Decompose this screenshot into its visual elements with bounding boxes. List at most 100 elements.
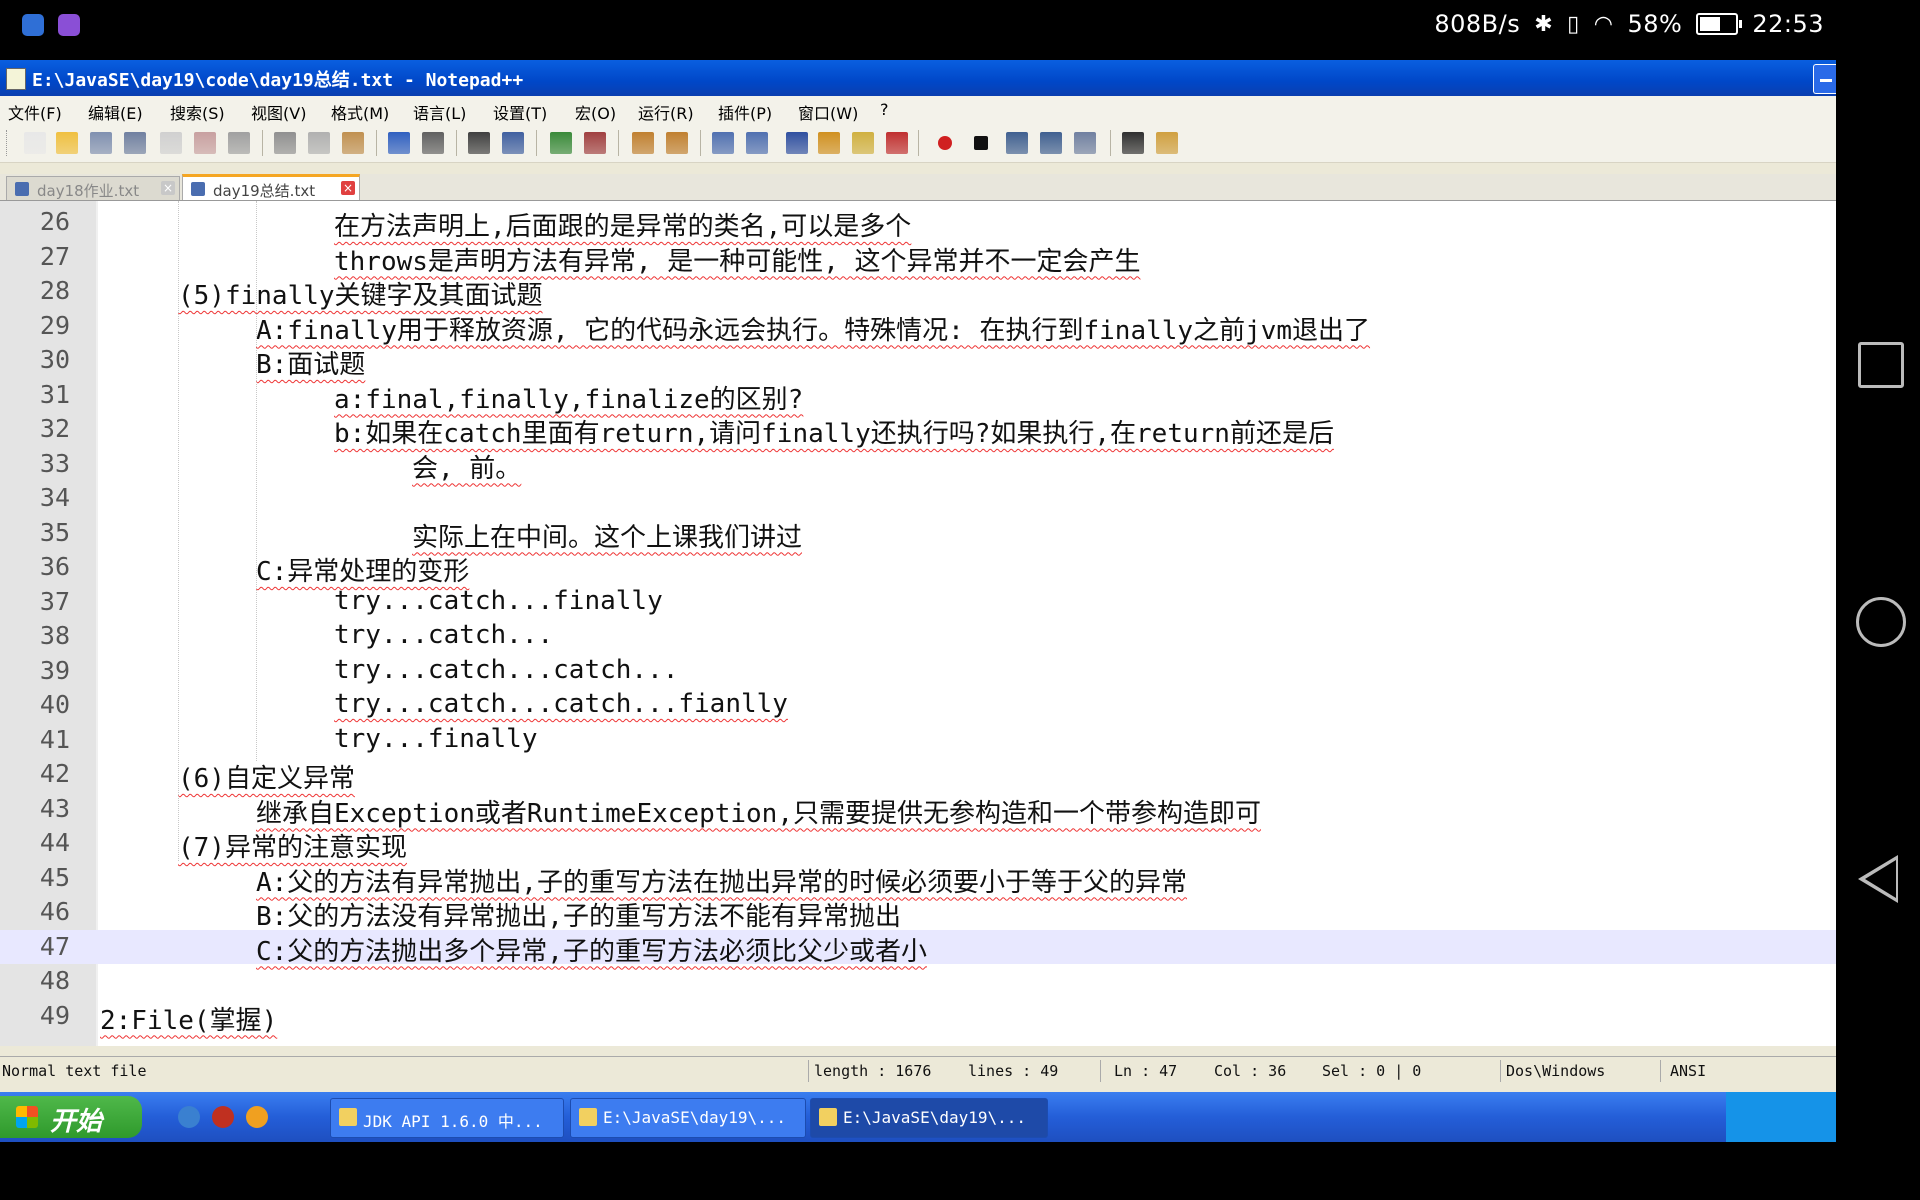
redo-icon[interactable] (422, 132, 444, 154)
menu-item[interactable]: 窗口(W) (798, 100, 858, 124)
line-text: B:父的方法没有异常抛出,子的重写方法不能有异常抛出 (256, 902, 901, 932)
undo-icon[interactable] (388, 132, 410, 154)
menu-item[interactable]: 语言(L) (413, 100, 466, 124)
function-icon[interactable] (886, 132, 908, 154)
recents-button[interactable] (1858, 342, 1904, 388)
tab-file[interactable]: day19总结.txt × (182, 174, 360, 201)
new-file-icon[interactable] (24, 132, 46, 154)
save-all-icon[interactable] (124, 132, 146, 154)
title-bar[interactable]: E:\JavaSE\day19\code\day19总结.txt - Notep… (0, 60, 1836, 96)
taskbar-task[interactable]: E:\JavaSE\day19\... (810, 1098, 1048, 1138)
close-all-icon[interactable] (194, 132, 216, 154)
wrap-icon[interactable] (712, 132, 734, 154)
spell-check-icon[interactable] (1122, 132, 1144, 154)
line-number: 36 (39, 552, 70, 581)
all-chars-icon[interactable] (746, 132, 768, 154)
battery-percent: 58% (1627, 10, 1683, 38)
back-button[interactable] (1858, 855, 1898, 903)
stop-macro-icon[interactable] (974, 136, 988, 150)
task-app-icon (819, 1108, 837, 1126)
zoom-in-icon[interactable] (550, 132, 572, 154)
replace-icon[interactable] (502, 132, 524, 154)
editor-line[interactable]: 30 B:面试题 (0, 343, 1836, 380)
home-button[interactable] (1856, 597, 1906, 647)
editor-line[interactable]: 37 try...catch...finally (0, 585, 1836, 620)
cut-icon[interactable] (274, 132, 296, 154)
editor-line[interactable]: 43 继承自Exception或者RuntimeException,只需要提供无参… (0, 792, 1836, 829)
print-icon[interactable] (228, 132, 250, 154)
cursor-line: Ln : 47 (1114, 1062, 1178, 1080)
gallery-app-icon (58, 14, 80, 36)
editor-line[interactable]: 41 try...finally (0, 723, 1836, 758)
browser-icon[interactable] (246, 1106, 268, 1128)
editor-line[interactable]: 49 2:File(掌握) (0, 999, 1836, 1036)
editor-line[interactable]: 45 A:父的方法有异常抛出,子的重写方法在抛出异常的时候必须要小于等于父的异常 (0, 861, 1836, 898)
udl-icon[interactable] (818, 132, 840, 154)
editor-line[interactable]: 38 try...catch... (0, 619, 1836, 654)
indent-guide-icon[interactable] (786, 132, 808, 154)
menu-item[interactable]: 搜索(S) (170, 100, 225, 124)
editor-line[interactable]: 31 a:final,finally,finalize的区别? (0, 378, 1836, 415)
minimize-button[interactable] (1813, 64, 1836, 94)
editor-line[interactable]: 35 实际上在中间。这个上课我们讲过 (0, 516, 1836, 553)
task-label: JDK API 1.6.0 中... (363, 1112, 543, 1131)
media-player-icon[interactable] (212, 1106, 234, 1128)
sync-v-icon[interactable] (632, 132, 654, 154)
editor-line[interactable]: 46 B:父的方法没有异常抛出,子的重写方法不能有异常抛出 (0, 895, 1836, 932)
editor-line[interactable]: 28 (5)finally关键字及其面试题 (0, 274, 1836, 311)
find-icon[interactable] (468, 132, 490, 154)
show-desktop-icon[interactable] (178, 1106, 200, 1128)
menu-item[interactable]: 文件(F) (8, 100, 62, 124)
editor-line[interactable]: 39 try...catch...catch... (0, 654, 1836, 689)
menu-item[interactable]: 视图(V) (251, 100, 306, 124)
tab-close-icon[interactable]: × (341, 181, 355, 195)
tab-close-icon[interactable]: × (161, 181, 175, 195)
save-macro-icon[interactable] (1074, 132, 1096, 154)
editor-line[interactable]: 32 b:如果在catch里面有return,请问finally还执行吗?如果执行… (0, 412, 1836, 449)
taskbar-task[interactable]: JDK API 1.6.0 中... (330, 1098, 564, 1138)
editor-line[interactable]: 34 (0, 481, 1836, 516)
copy-icon[interactable] (308, 132, 330, 154)
sync-h-icon[interactable] (666, 132, 688, 154)
doc-lines: lines : 49 (968, 1062, 1059, 1080)
record-macro-icon[interactable] (938, 136, 952, 150)
editor-line[interactable]: 40 try...catch...catch...fianlly (0, 688, 1836, 723)
run-macro-multi-icon[interactable] (1040, 132, 1062, 154)
menu-item[interactable]: 设置(T) (493, 100, 547, 124)
paste-icon[interactable] (342, 132, 364, 154)
menu-item[interactable]: 宏(O) (575, 100, 616, 124)
menu-item[interactable]: 运行(R) (638, 100, 694, 124)
editor-line[interactable]: 26 在方法声明上,后面跟的是异常的类名,可以是多个 (0, 205, 1836, 242)
map-icon[interactable] (852, 132, 874, 154)
menu-item[interactable]: ? (880, 100, 889, 119)
editor-line[interactable]: 29 A:finally用于释放资源, 它的代码永远会执行。特殊情况: 在执行到f… (0, 309, 1836, 346)
line-number: 46 (39, 897, 70, 926)
start-label: 开始 (50, 1107, 103, 1137)
line-text: 实际上在中间。这个上课我们讲过 (412, 522, 803, 553)
editor-line[interactable]: 27 throws是声明方法有异常, 是一种可能性, 这个异常并不一定会产生 (0, 240, 1836, 277)
taskbar-task[interactable]: E:\JavaSE\day19\... (570, 1098, 806, 1138)
zoom-out-icon[interactable] (584, 132, 606, 154)
editor-line[interactable]: 44 (7)异常的注意实现 (0, 826, 1836, 863)
editor-line[interactable]: 47 C:父的方法抛出多个异常,子的重写方法必须比父少或者小 (0, 929, 1836, 967)
editor[interactable]: 26 在方法声明上,后面跟的是异常的类名,可以是多个 27 throws是声明方法有异… (0, 200, 1836, 1046)
save-icon[interactable] (90, 132, 112, 154)
play-macro-icon[interactable] (1006, 132, 1028, 154)
document-icon[interactable] (1156, 132, 1178, 154)
menu-item[interactable]: 插件(P) (718, 100, 772, 124)
toolbar-grip[interactable] (6, 130, 10, 156)
menu-item[interactable]: 编辑(E) (88, 100, 143, 124)
toolbar-separator (536, 130, 537, 156)
open-file-icon[interactable] (56, 132, 78, 154)
editor-line[interactable]: 33 会, 前。 (0, 447, 1836, 484)
selection: Sel : 0 | 0 (1322, 1062, 1422, 1080)
menu-item[interactable]: 格式(M) (331, 100, 389, 124)
start-button[interactable]: 开始 (0, 1096, 142, 1138)
line-number: 27 (39, 241, 70, 271)
editor-line[interactable]: 48 (0, 964, 1836, 999)
tab-file[interactable]: day18作业.txt × (6, 176, 180, 201)
android-status-bar: 808B/s ✱ ▯ ◠ 58% 22:53 (0, 0, 1920, 50)
editor-line[interactable]: 36 C:异常处理的变形 (0, 550, 1836, 587)
close-icon[interactable] (160, 132, 182, 154)
editor-line[interactable]: 42 (6)自定义异常 (0, 757, 1836, 794)
